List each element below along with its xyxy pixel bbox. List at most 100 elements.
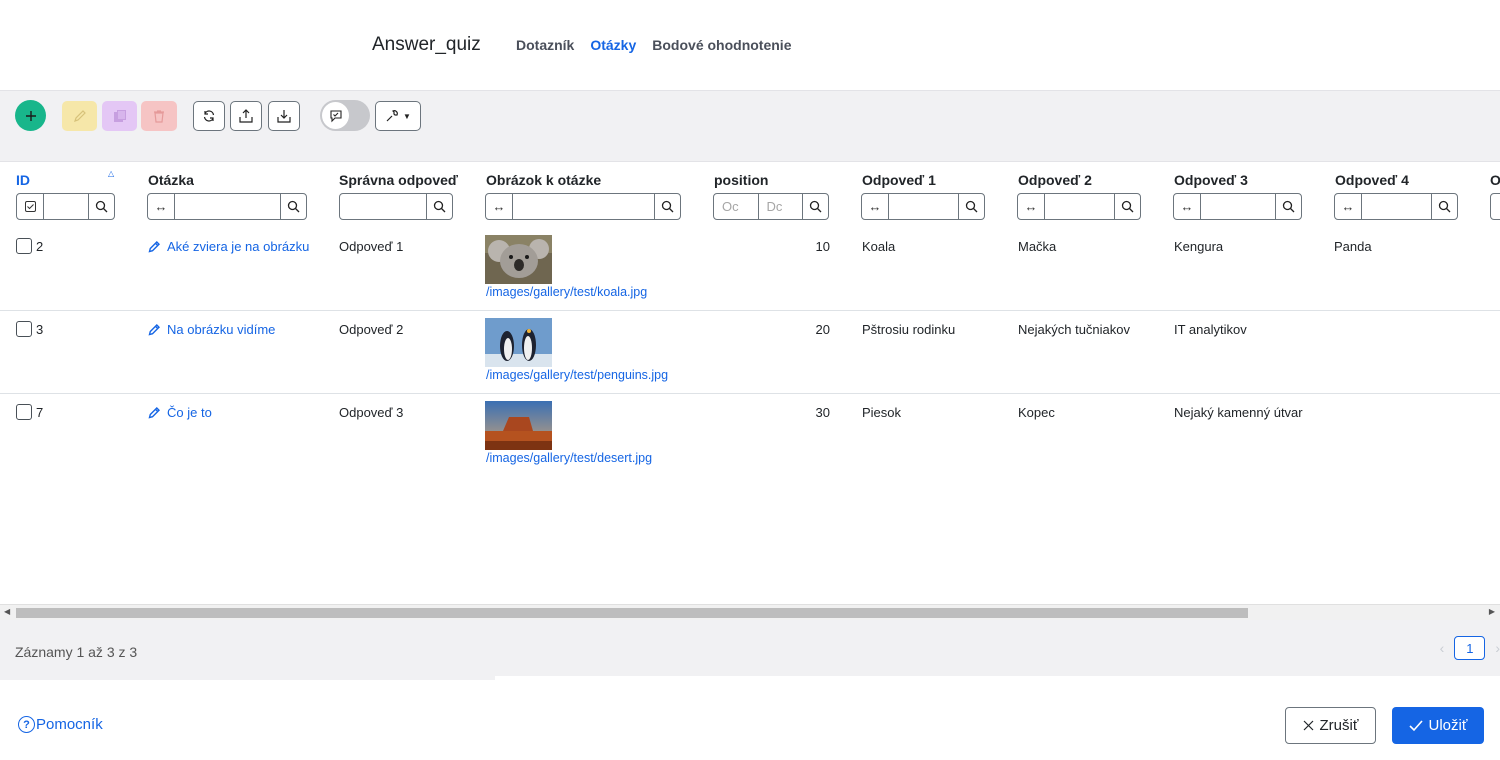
export-button[interactable]	[230, 101, 262, 131]
search-icon[interactable]	[802, 194, 828, 219]
filter-answer-4-input[interactable]	[1362, 194, 1431, 219]
position-to-input[interactable]: Dc	[759, 194, 803, 219]
settings-dropdown-button[interactable]: ▼	[375, 101, 421, 131]
image-path-link[interactable]: /images/gallery/test/penguins.jpg	[486, 368, 668, 382]
column-header-answer-2[interactable]: Odpoveď 2	[1018, 172, 1092, 188]
filter-question[interactable]: ↔	[147, 193, 307, 220]
question-link[interactable]: Čo je to	[148, 405, 212, 420]
table-row[interactable]: 2 Aké zviera je na obrázku Odpoveď 1 /im…	[0, 228, 1500, 311]
question-text[interactable]: Na obrázku vidíme	[167, 322, 275, 337]
help-link[interactable]: ? Pomocník	[18, 716, 103, 733]
filter-question-input[interactable]	[175, 194, 280, 219]
column-header-answer-3[interactable]: Odpoveď 3	[1174, 172, 1248, 188]
question-link[interactable]: Aké zviera je na obrázku	[148, 239, 309, 254]
row-checkbox[interactable]	[16, 238, 32, 254]
column-header-position[interactable]: position	[714, 172, 768, 188]
row-id: 3	[36, 322, 44, 337]
app-title: Answer_quiz	[372, 34, 481, 55]
filter-answer-1-input[interactable]	[889, 194, 958, 219]
filter-answer-2[interactable]: ↔	[1017, 193, 1141, 220]
comment-toggle[interactable]	[320, 100, 370, 131]
toolbar: ▼	[0, 90, 1500, 162]
column-header-id[interactable]: ID	[16, 172, 30, 188]
page-1-button[interactable]: 1	[1454, 636, 1486, 660]
range-icon[interactable]: ↔	[1174, 194, 1201, 219]
range-icon[interactable]: ↔	[148, 194, 175, 219]
search-icon[interactable]	[426, 194, 452, 219]
filter-correct-answer[interactable]	[339, 193, 453, 220]
question-link[interactable]: Na obrázku vidíme	[148, 322, 275, 337]
image-path-link[interactable]: /images/gallery/test/desert.jpg	[486, 451, 652, 465]
filter-answer-5[interactable]: ↔	[1490, 193, 1500, 220]
correct-answer: Odpoveď 2	[339, 322, 404, 337]
position-from-input[interactable]: Oc	[714, 194, 759, 219]
row-id: 2	[36, 239, 44, 254]
filter-answer-1[interactable]: ↔	[861, 193, 985, 220]
column-header-answer-5[interactable]: O	[1490, 172, 1500, 188]
filter-answer-3[interactable]: ↔	[1173, 193, 1302, 220]
filter-image[interactable]: ↔	[485, 193, 681, 220]
plus-icon	[25, 110, 36, 121]
import-button[interactable]	[268, 101, 300, 131]
position-value: 20	[815, 322, 830, 337]
range-icon[interactable]: ↔	[862, 194, 889, 219]
tab-bodove-ohodnotenie[interactable]: Bodové ohodnotenie	[652, 37, 791, 53]
refresh-button[interactable]	[193, 101, 225, 131]
range-icon[interactable]: ↔	[486, 194, 513, 219]
answer-1: Koala	[862, 239, 896, 254]
help-label[interactable]: Pomocník	[36, 716, 103, 733]
search-icon[interactable]	[280, 194, 306, 219]
tab-otazky[interactable]: Otázky	[590, 37, 636, 53]
question-text[interactable]: Čo je to	[167, 405, 212, 420]
previous-page-icon[interactable]: ‹	[1440, 640, 1445, 656]
filter-answer-2-input[interactable]	[1045, 194, 1114, 219]
filter-image-input[interactable]	[513, 194, 654, 219]
delete-button[interactable]	[141, 101, 177, 131]
column-header-answer-4[interactable]: Odpoveď 4	[1335, 172, 1409, 188]
range-icon[interactable]: ↔	[1018, 194, 1045, 219]
filter-position[interactable]: Oc Dc	[713, 193, 829, 220]
column-header-answer-1[interactable]: Odpoveď 1	[862, 172, 936, 188]
search-icon[interactable]	[958, 194, 984, 219]
filter-answer-3-input[interactable]	[1201, 194, 1275, 219]
tabs: Dotazník Otázky Bodové ohodnotenie	[516, 37, 791, 53]
scrollbar-thumb[interactable]	[16, 608, 1248, 618]
column-header-image[interactable]: Obrázok k otázke	[486, 172, 601, 188]
search-icon[interactable]	[1431, 194, 1457, 219]
column-header-question[interactable]: Otázka	[148, 172, 194, 188]
next-page-icon[interactable]: ›	[1495, 640, 1500, 656]
image-path-link[interactable]: /images/gallery/test/koala.jpg	[486, 285, 647, 299]
scroll-left-icon[interactable]: ◀	[4, 607, 10, 616]
cancel-button[interactable]: Zrušiť	[1285, 707, 1376, 744]
horizontal-scrollbar[interactable]: ◀ ▶	[0, 604, 1500, 620]
sort-ascending-icon[interactable]: △	[108, 169, 114, 178]
divider	[495, 676, 1500, 680]
scroll-right-icon[interactable]: ▶	[1489, 607, 1495, 616]
table-row[interactable]: 3 Na obrázku vidíme Odpoveď 2 /images/ga…	[0, 311, 1500, 394]
search-icon[interactable]	[1114, 194, 1140, 219]
filter-correct-answer-input[interactable]	[340, 194, 426, 219]
caret-down-icon: ▼	[403, 111, 411, 121]
tab-dotaznik[interactable]: Dotazník	[516, 37, 574, 53]
search-icon[interactable]	[1275, 194, 1301, 219]
table-row[interactable]: 7 Čo je to Odpoveď 3 /images/gallery/tes…	[0, 394, 1500, 477]
range-icon[interactable]: ↔	[1491, 194, 1500, 219]
row-checkbox[interactable]	[16, 321, 32, 337]
search-icon[interactable]	[88, 194, 114, 219]
save-button[interactable]: Uložiť	[1392, 707, 1484, 744]
question-text[interactable]: Aké zviera je na obrázku	[167, 239, 309, 254]
filter-id[interactable]	[16, 193, 115, 220]
duplicate-button[interactable]	[102, 101, 137, 131]
search-icon[interactable]	[654, 194, 680, 219]
filter-id-input[interactable]	[44, 194, 88, 219]
filter-answer-4[interactable]: ↔	[1334, 193, 1458, 220]
column-header-correct-answer[interactable]: Správna odpoveď	[339, 172, 458, 188]
answer-1: Pštrosiu rodinku	[862, 322, 956, 337]
desert-thumbnail	[485, 401, 552, 450]
range-icon[interactable]: ↔	[1335, 194, 1362, 219]
edit-button[interactable]	[62, 101, 97, 131]
answer-1: Piesok	[862, 405, 902, 420]
checkbox-filter-icon[interactable]	[17, 194, 44, 219]
add-button[interactable]	[15, 100, 46, 131]
row-checkbox[interactable]	[16, 404, 32, 420]
